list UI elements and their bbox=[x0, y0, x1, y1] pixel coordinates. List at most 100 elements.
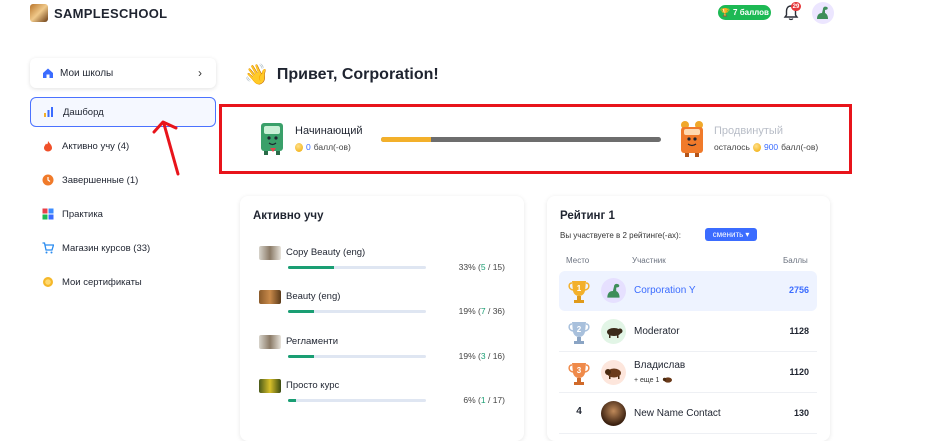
cart-icon bbox=[42, 242, 54, 254]
brand-name: SAMPLESCHOOL bbox=[54, 5, 168, 21]
participant-name: Moderator bbox=[634, 326, 680, 337]
course-percent: 19% bbox=[458, 306, 476, 316]
trophy-icon: 🏆 bbox=[720, 8, 731, 17]
advanced-book-character-icon bbox=[681, 121, 703, 157]
lessons-done: 5 bbox=[480, 262, 486, 272]
sidebar-item-practice[interactable]: Практика bbox=[30, 199, 216, 229]
points-unit: балл(-ов) bbox=[781, 142, 819, 152]
course-item[interactable]: Просто курс 6% (1 / 17) bbox=[259, 379, 509, 419]
course-progress-fill bbox=[288, 399, 297, 402]
sidebar-item-certificates[interactable]: Мои сертификаты bbox=[30, 267, 216, 297]
sidebar-item-label: Завершенные (1) bbox=[62, 174, 139, 186]
home-icon bbox=[42, 67, 54, 79]
lessons-total: 16 bbox=[492, 351, 503, 361]
bison-icon bbox=[604, 368, 621, 379]
chart-icon bbox=[43, 106, 55, 118]
chevron-right-icon: › bbox=[198, 66, 202, 80]
participant-name: Corporation Y bbox=[634, 285, 696, 296]
current-points-value: 0 bbox=[306, 142, 311, 152]
participant-rank: 4 bbox=[576, 406, 582, 417]
lessons-done: 1 bbox=[480, 395, 486, 405]
column-place: Место bbox=[566, 256, 590, 265]
flame-icon bbox=[42, 140, 54, 152]
course-progress-bar bbox=[288, 266, 426, 269]
animal-icon bbox=[606, 327, 622, 338]
level-progress-fill bbox=[381, 137, 432, 142]
course-item[interactable]: Beauty (eng) 19% (7 / 36) bbox=[259, 290, 509, 330]
clock-icon bbox=[42, 174, 54, 186]
course-thumbnail bbox=[259, 379, 281, 393]
rating-row[interactable]: 2 Moderator 1128 bbox=[559, 312, 817, 352]
greeting-text: Привет, Corporation! bbox=[276, 65, 439, 83]
course-progress-stat: 33% (5 / 15) bbox=[458, 262, 505, 272]
course-progress-fill bbox=[288, 355, 315, 358]
lessons-total: 36 bbox=[492, 306, 503, 316]
top-header: SAMPLESCHOOL 🏆 7 баллов 29 bbox=[0, 0, 941, 28]
rating-row[interactable]: 1 Corporation Y 2756 bbox=[559, 271, 817, 311]
course-progress-bar bbox=[288, 399, 426, 402]
logo-image bbox=[30, 4, 48, 22]
sidebar-item-course-store[interactable]: Магазин курсов (33) bbox=[30, 233, 216, 263]
column-points: Баллы bbox=[783, 256, 808, 265]
participant-name: New Name Contact bbox=[634, 408, 721, 419]
sidebar-item-label: Активно учу (4) bbox=[62, 140, 130, 152]
course-thumbnail bbox=[259, 290, 281, 304]
sidebar-item-label: Практика bbox=[62, 208, 103, 220]
course-item[interactable]: Copy Beauty (eng) 33% (5 / 15) bbox=[259, 246, 509, 286]
next-level-name: Продвинутый bbox=[714, 125, 783, 137]
course-progress-fill bbox=[288, 266, 334, 269]
lessons-total: 17 bbox=[492, 395, 503, 405]
change-rating-button[interactable]: сменить ▾ bbox=[705, 228, 757, 241]
silver-cup-icon: 2 bbox=[568, 322, 590, 344]
my-schools-select[interactable]: Мои школы › bbox=[30, 58, 216, 88]
rating-row[interactable]: 3 Владислав + еще 1 1120 bbox=[559, 353, 817, 393]
lessons-done: 3 bbox=[480, 351, 486, 361]
points-badge-label: 7 баллов bbox=[733, 8, 769, 17]
course-progress-stat: 6% (1 / 17) bbox=[463, 395, 505, 405]
course-name: Просто курс bbox=[286, 380, 340, 391]
rating-subtitle: Вы участвуете в 2 рейтинге(-ах): bbox=[560, 231, 681, 240]
active-learning-title: Активно учу bbox=[253, 210, 324, 222]
notification-count: 29 bbox=[791, 2, 801, 11]
course-progress-stat: 19% (3 / 16) bbox=[458, 351, 505, 361]
dinosaur-icon bbox=[817, 6, 828, 20]
lessons-total: 15 bbox=[492, 262, 503, 272]
participant-score: 130 bbox=[793, 408, 809, 418]
course-name: Copy Beauty (eng) bbox=[286, 247, 366, 258]
active-learning-card: Активно учу Copy Beauty (eng) 33% (5 / 1… bbox=[240, 196, 524, 441]
course-percent: 6% bbox=[463, 395, 476, 405]
user-avatar[interactable] bbox=[812, 2, 834, 24]
remaining-label: осталось bbox=[714, 142, 750, 152]
coin-icon bbox=[295, 142, 303, 152]
participant-extra: + еще 1 bbox=[634, 376, 674, 384]
brand-logo[interactable]: SAMPLESCHOOL bbox=[30, 4, 167, 22]
dinosaur-icon bbox=[606, 283, 620, 298]
bronze-cup-icon: 3 bbox=[568, 363, 590, 385]
course-name: Регламенти bbox=[286, 336, 339, 347]
column-participant: Участник bbox=[632, 256, 666, 265]
course-percent: 19% bbox=[458, 351, 476, 361]
course-thumbnail bbox=[259, 246, 281, 260]
sidebar-item-label: Мои сертификаты bbox=[62, 276, 142, 288]
chevron-down-icon: ▾ bbox=[745, 230, 750, 239]
level-progress-card: Начинающий 0 балл(-ов) Продвинутый остал… bbox=[240, 112, 832, 170]
course-thumbnail bbox=[259, 335, 281, 349]
bison-icon bbox=[663, 377, 673, 383]
rating-title: Рейтинг 1 bbox=[560, 210, 615, 222]
rating-card: Рейтинг 1 Вы участвуете в 2 рейтинге(-ах… bbox=[547, 196, 830, 441]
points-unit: балл(-ов) bbox=[313, 142, 351, 152]
course-name: Beauty (eng) bbox=[286, 291, 341, 302]
participant-score: 1120 bbox=[789, 367, 809, 377]
coin-icon bbox=[752, 142, 761, 152]
sidebar-item-label: Дашборд bbox=[63, 106, 104, 118]
remaining-points-value: 900 bbox=[763, 142, 779, 152]
course-progress-bar bbox=[288, 355, 426, 358]
svg-text:1: 1 bbox=[577, 284, 582, 293]
points-badge[interactable]: 🏆 7 баллов bbox=[718, 5, 771, 20]
greeting: 👋 Привет, Corporation! bbox=[244, 62, 439, 87]
rating-row[interactable]: 4 New Name Contact 130 bbox=[559, 394, 817, 434]
level-progress-bar bbox=[381, 137, 661, 142]
gold-cup-icon: 1 bbox=[568, 281, 590, 303]
course-item[interactable]: Регламенти 19% (3 / 16) bbox=[259, 335, 509, 375]
course-progress-stat: 19% (7 / 36) bbox=[458, 306, 505, 316]
